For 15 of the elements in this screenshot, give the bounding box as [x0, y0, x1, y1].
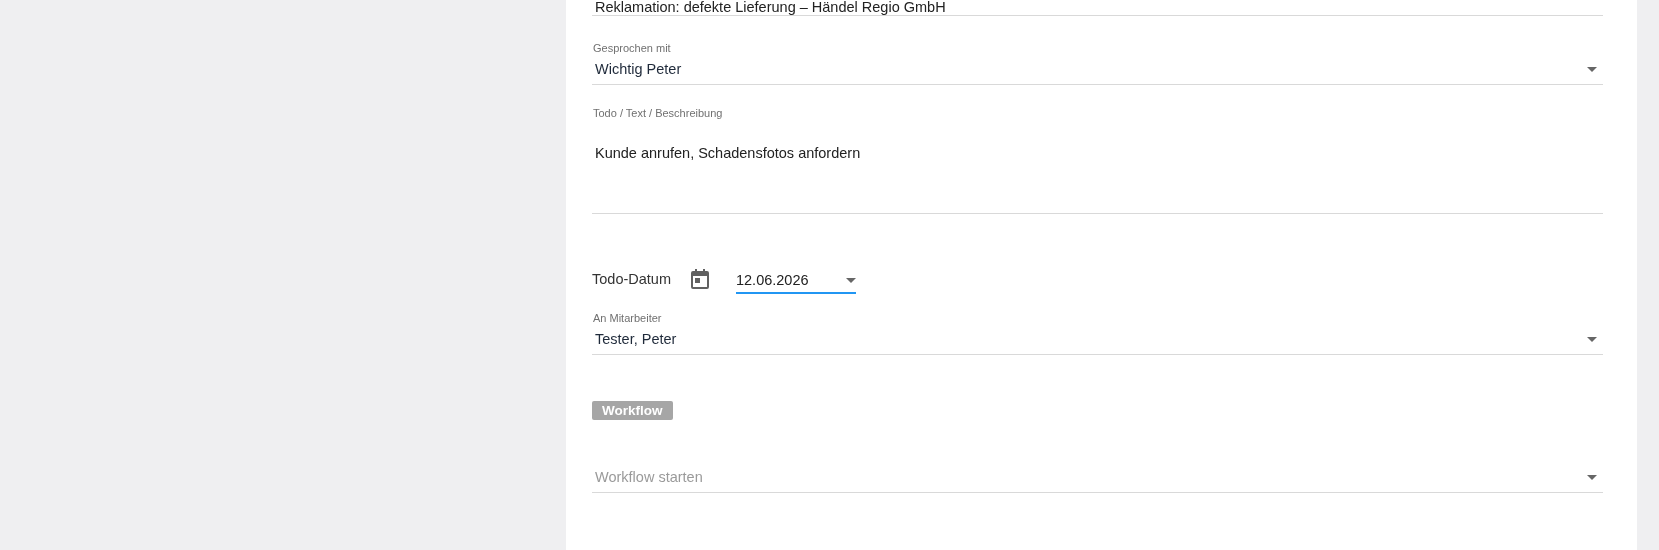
field-label: Gesprochen mit [592, 42, 672, 54]
calendar-icon[interactable] [691, 269, 709, 289]
field-label: Todo / Text / Beschreibung [592, 107, 724, 119]
subject-field[interactable]: Reklamation: defekte Lieferung – Händel Regio GmbH [592, 0, 1603, 16]
caret-icon [1587, 474, 1597, 480]
workflow-badge: Workflow [592, 401, 673, 420]
date-select[interactable]: 12.06.2026 [736, 264, 856, 294]
field-label: An Mitarbeiter [592, 312, 663, 324]
contact-select[interactable]: Wichtig Peter [592, 54, 1603, 85]
field-label: Todo-Datum [592, 271, 671, 287]
caret-icon [1587, 336, 1597, 342]
assignee-select[interactable]: Tester, Peter [592, 324, 1603, 355]
caret-icon [846, 277, 856, 283]
description-field[interactable]: Kunde anrufen, Schadensfotos anfordern [592, 122, 1603, 214]
caret-icon [1587, 66, 1597, 72]
